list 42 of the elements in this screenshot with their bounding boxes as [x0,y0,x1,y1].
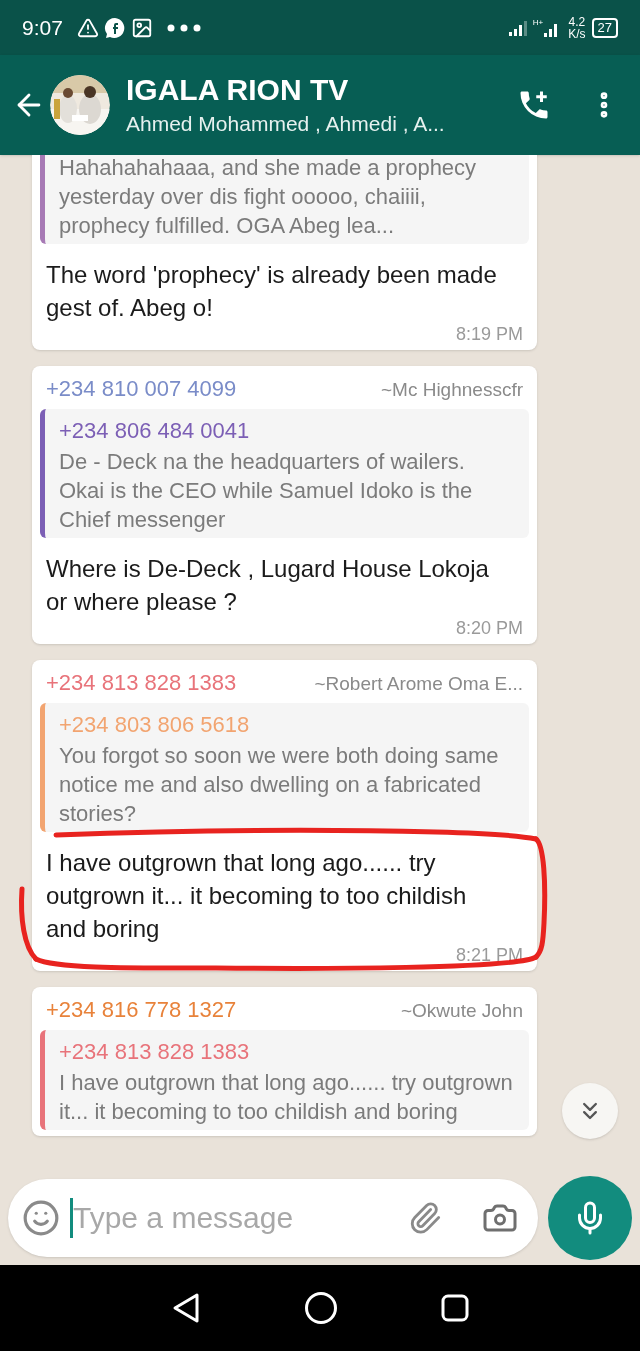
emoji-icon[interactable] [22,1198,60,1237]
quoted-message[interactable]: +234 803 806 5618 You forgot so soon we were both doing same notice me and also dwelling on a fabricated stories? [40,703,529,832]
speed-value: 4.2 [568,15,586,28]
quoted-message[interactable]: +234 806 484 0041 De - Deck na the headquarters of wailers. Okai is the CEO while Samuel Idoko is the Chief messenger [40,409,529,538]
attach-icon[interactable] [408,1200,442,1235]
quoted-author: +234 803 806 5618 [59,711,251,739]
message-text: Where is De-Deck , Lugard House Lokoja or where please ? [46,554,490,617]
sender-name: ~Robert Arome Oma E... [314,672,523,696]
sender-phone[interactable]: +234 816 778 1327 [46,993,237,1026]
quoted-text: De - Deck na the headquarters of wailers. Okai is the CEO while Samuel Idoko is the Chief messenger [59,448,474,534]
clock: 9:07 [22,14,63,41]
signal-icon [508,19,529,36]
sender-phone[interactable]: +234 813 828 1383 [46,666,237,699]
speed-unit: K/s [568,27,586,40]
message-time: 8:19 PM [455,324,523,344]
message-time: 8:20 PM [455,618,523,638]
recent-apps-icon[interactable] [440,1294,469,1322]
network-type: H+ [532,18,544,27]
group-title[interactable]: IGALA RION TV [126,71,516,109]
home-icon[interactable] [304,1291,338,1325]
group-members[interactable]: Ahmed Mohammed , Ahmedi , A... [126,109,516,139]
chat-bubble-icon [102,15,127,40]
sender-name: ~Okwute John [401,999,523,1023]
image-icon [130,16,153,39]
scroll-down-button[interactable] [562,1083,618,1139]
quoted-text: I have outgrown that long ago...... try outgrown it... it becoming to too childish and boring [59,1069,514,1126]
quoted-author: +234 813 828 1383 [59,1038,251,1066]
warning-icon [76,16,99,39]
sender-name: ~Mc Highnesscfr [380,378,523,402]
message-field[interactable]: Type a message [8,1178,538,1257]
message-text: I have outgrown that long ago...... try outgrown it... it becoming to too childish and boring [46,848,468,944]
quoted-text: Hahahahahaaa, and she made a prophecy yesterday over dis fight ooooo, chaiiii, prophecy fulfilled. OGA Abeg lea... [59,155,478,240]
quoted-text: You forgot so soon we were both doing same notice me and also dwelling on a fabricated stories? [59,742,500,828]
quoted-message[interactable]: +234 813 828 1383 I have outgrown that long ago...... try outgrown it... it becoming to too childish and boring [40,1030,529,1130]
quoted-author: +234 806 484 0041 [59,417,251,445]
more-dots-icon [166,23,201,32]
back-icon[interactable] [171,1292,202,1324]
message-input[interactable]: Type a message [73,1195,408,1240]
message-text: The word 'prophecy' is already been made gest of. Abeg o! [46,260,498,323]
quoted-message[interactable]: Hahahahahaaa, and she made a prophecy yesterday over dis fight ooooo, chaiiii, prophecy fulfilled. OGA Abeg lea... [40,155,529,244]
sender-phone[interactable]: +234 810 007 4099 [46,372,237,405]
battery-indicator: 27 [591,17,618,38]
